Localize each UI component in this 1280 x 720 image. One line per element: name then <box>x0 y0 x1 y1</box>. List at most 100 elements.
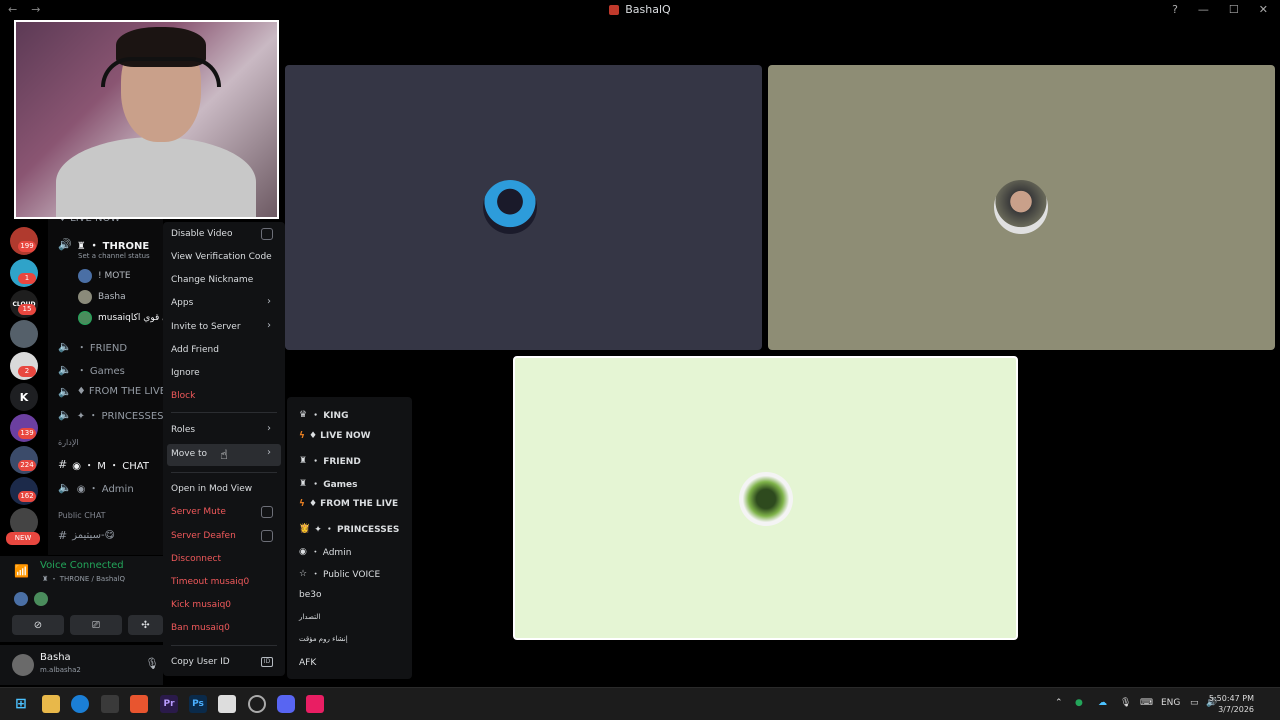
category-admin[interactable]: الإدارة <box>58 438 79 447</box>
bolt-icon: ϟ <box>299 431 305 441</box>
menu-view-verification-code[interactable]: View Verification Code <box>171 252 272 262</box>
move-target-be3o[interactable]: be3o <box>299 590 321 600</box>
channel-games[interactable]: 🔈 ・ Games <box>58 362 125 377</box>
menu-server-mute[interactable]: Server Mute <box>171 507 226 517</box>
screen-share-button[interactable]: ⎚ <box>70 615 122 635</box>
app-icon[interactable] <box>218 695 236 713</box>
move-target-afk[interactable]: AFK <box>299 658 316 668</box>
channel-chat[interactable]: # ◉ ・ M ・ CHAT <box>58 457 149 472</box>
unread-badge: 15 <box>18 304 36 315</box>
store-icon[interactable] <box>101 695 119 713</box>
voice-member[interactable]: musaiqـسي قوي اكا <box>78 311 163 325</box>
hash-icon: # <box>58 458 68 471</box>
premiere-icon[interactable]: Pr <box>160 695 178 713</box>
minimize-button[interactable]: — <box>1198 3 1209 16</box>
menu-disable-video[interactable]: Disable Video <box>171 229 232 239</box>
avatar <box>78 269 92 283</box>
menu-roles[interactable]: Roles <box>171 425 195 435</box>
voice-member[interactable]: ! MOTE <box>78 269 131 283</box>
video-tile-musaiq[interactable] <box>513 356 1018 640</box>
server-logo-icon <box>609 4 620 15</box>
move-target-king[interactable]: ♛ ・ KING <box>299 408 348 422</box>
edge-icon[interactable] <box>71 695 89 713</box>
channel-label: ✦ ・ PRINCESSES <box>76 411 163 422</box>
menu-add-friend[interactable]: Add Friend <box>171 345 219 355</box>
photoshop-icon[interactable]: Ps <box>189 695 207 713</box>
activity-button[interactable]: ✣ <box>128 615 163 635</box>
help-icon[interactable]: ? <box>1172 3 1178 16</box>
move-target-admin[interactable]: ◉ ・ Admin <box>299 545 351 559</box>
speaker-icon: 🔈 <box>58 481 72 494</box>
move-target-channel-10[interactable]: التصدار <box>299 613 320 621</box>
voice-member[interactable]: Basha <box>78 290 126 304</box>
camera-off-button[interactable]: ⊘ <box>12 615 64 635</box>
menu-server-deafen[interactable]: Server Deafen <box>171 531 236 541</box>
language-indicator[interactable]: ENG <box>1161 698 1180 708</box>
tiktok-icon[interactable] <box>306 695 324 713</box>
move-target-from-the-live[interactable]: ϟ ♦ FROM THE LIVE <box>299 499 398 509</box>
windows-start-icon[interactable]: ⊞ <box>12 695 30 713</box>
tray-overflow-icon[interactable]: ⌃ <box>1055 698 1063 708</box>
obs-icon[interactable] <box>248 695 266 713</box>
keyboard-icon[interactable]: ⌨ <box>1140 698 1153 708</box>
menu-ban[interactable]: Ban musaiq0 <box>171 623 230 633</box>
category-public-chat[interactable]: Public CHAT <box>58 511 106 520</box>
server-icon-k[interactable]: K <box>10 383 38 411</box>
channel-public-chat[interactable]: # سيتيمز-😋 <box>58 529 115 542</box>
server-deafen-checkbox[interactable] <box>261 530 273 542</box>
channel-throne[interactable]: 🔊 ♜ ・ THRONE <box>58 237 149 252</box>
menu-copy-user-id[interactable]: Copy User ID <box>171 657 230 667</box>
maximize-button[interactable]: ☐ <box>1229 3 1239 16</box>
webcam-shirt <box>56 137 256 217</box>
server-mute-checkbox[interactable] <box>261 506 273 518</box>
channel-label: ・ FRIEND <box>76 343 128 354</box>
avatar[interactable] <box>14 592 28 606</box>
move-target-public-voice[interactable]: ☆ ・ Public VOICE <box>299 567 380 581</box>
voice-status[interactable]: Voice Connected <box>40 560 124 571</box>
move-target-princesses[interactable]: 👸 ✦ ・ PRINCESSES <box>299 522 399 536</box>
video-tile-basha[interactable] <box>768 65 1275 350</box>
menu-timeout[interactable]: Timeout musaiq0 <box>171 577 249 587</box>
menu-kick[interactable]: Kick musaiq0 <box>171 600 231 610</box>
channel-status[interactable]: Set a channel status <box>78 252 150 260</box>
menu-change-nickname[interactable]: Change Nickname <box>171 275 253 285</box>
onedrive-icon[interactable]: ☁ <box>1098 698 1107 708</box>
menu-invite-to-server[interactable]: Invite to Server <box>171 322 241 332</box>
microphone-icon[interactable]: 🎙 <box>145 657 159 670</box>
menu-block[interactable]: Block <box>171 391 195 401</box>
file-explorer-icon[interactable] <box>42 695 60 713</box>
close-button[interactable]: ✕ <box>1259 3 1268 16</box>
video-tile-mote[interactable] <box>285 65 762 350</box>
move-target-temp-room[interactable]: إنشاء روم مؤقت <box>299 635 348 643</box>
disable-video-checkbox[interactable] <box>261 228 273 240</box>
move-target-games[interactable]: ♜ ・ Games <box>299 477 358 491</box>
tray-app-icon[interactable]: ● <box>1075 698 1083 708</box>
move-target-friend[interactable]: ♜ ・ FRIEND <box>299 454 361 468</box>
discord-icon[interactable] <box>277 695 295 713</box>
crown-icon: ♛ <box>299 409 308 420</box>
voice-location[interactable]: ♜ ・ THRONE / BashalQ <box>42 574 125 584</box>
menu-apps[interactable]: Apps <box>171 298 193 308</box>
speaker-icon: 🔊 <box>58 238 72 251</box>
menu-divider <box>171 412 277 413</box>
avatar[interactable] <box>12 654 34 676</box>
server-icon[interactable] <box>10 320 38 348</box>
avatar <box>78 290 92 304</box>
menu-open-mod-view[interactable]: Open in Mod View <box>171 484 252 494</box>
unread-badge: 2 <box>18 366 36 377</box>
network-icon[interactable]: ▭ <box>1190 698 1199 708</box>
channel-princesses[interactable]: 🔈 ✦ ・ PRINCESSES <box>58 407 163 422</box>
move-target-live-now[interactable]: ϟ ♦ LIVE NOW <box>299 431 371 441</box>
menu-disconnect[interactable]: Disconnect <box>171 554 221 564</box>
avatar[interactable] <box>34 592 48 606</box>
channel-friend[interactable]: 🔈 ・ FRIEND <box>58 339 127 354</box>
user-name[interactable]: Basha <box>40 652 71 663</box>
channel-admin[interactable]: 🔈 ◉ ・ Admin <box>58 480 134 495</box>
menu-move-to[interactable]: Move to <box>171 449 207 459</box>
chevron-right-icon: › <box>267 423 271 434</box>
brave-icon[interactable] <box>130 695 148 713</box>
tray-mic-icon[interactable]: 🎙 <box>1120 698 1131 708</box>
channel-from-the-live[interactable]: 🔈 ♦ FROM THE LIVE <box>58 385 163 398</box>
menu-ignore[interactable]: Ignore <box>171 368 200 378</box>
clock[interactable]: 5:50:47 PM 3/7/2026 <box>1209 693 1254 715</box>
